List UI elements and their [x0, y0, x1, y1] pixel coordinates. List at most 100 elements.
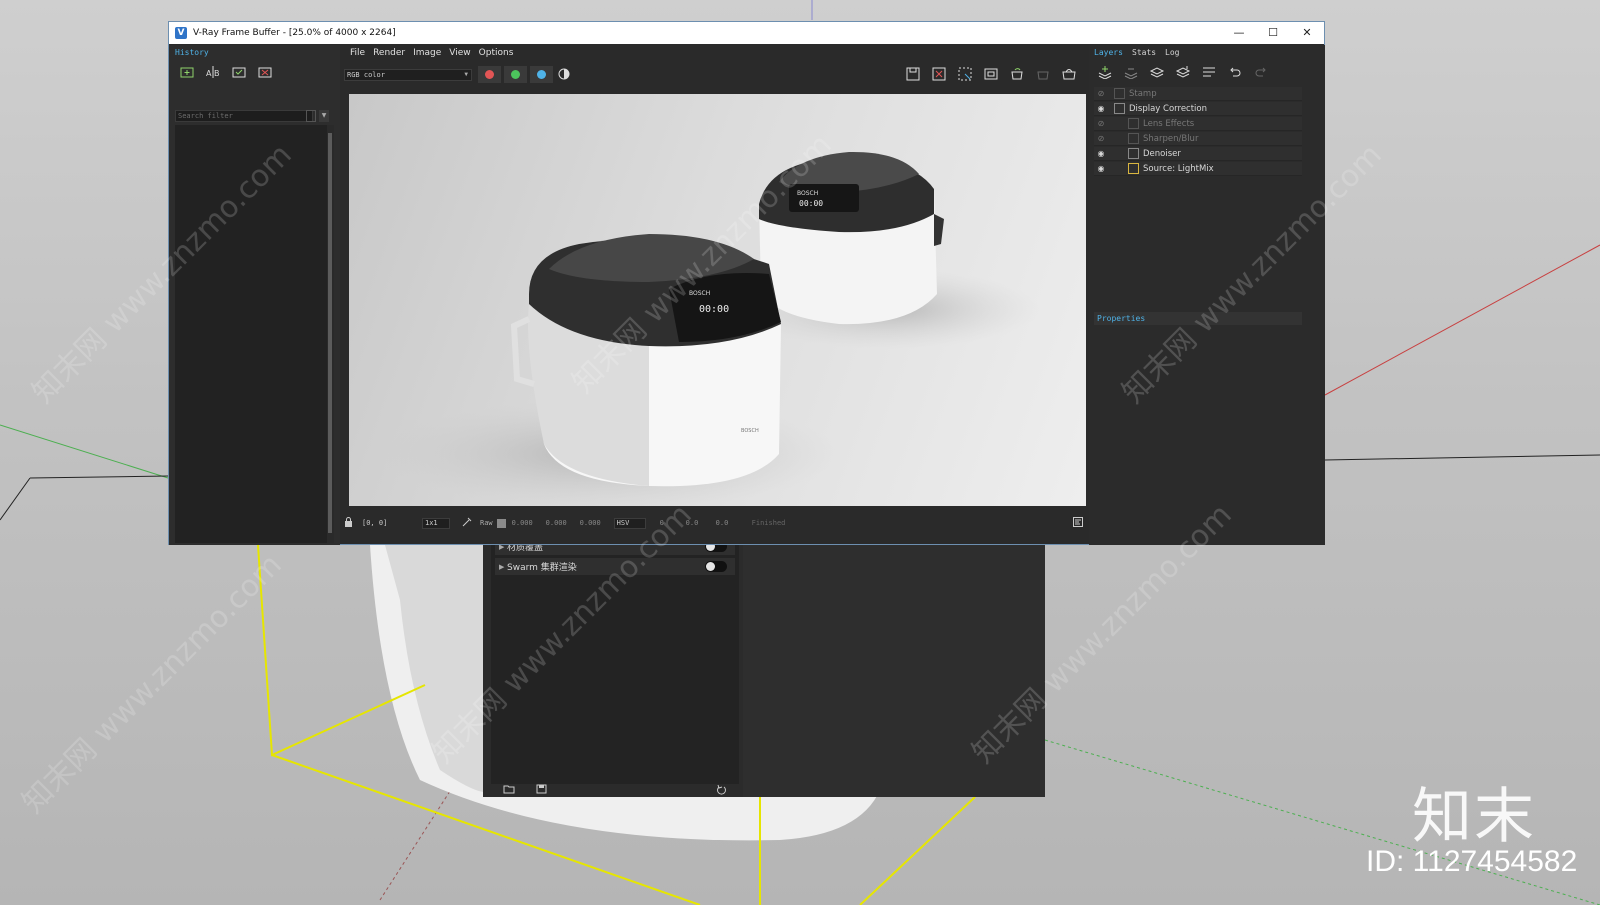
settings-right-area: [743, 538, 1045, 797]
list-icon[interactable]: [1201, 65, 1217, 79]
history-list: [175, 125, 330, 543]
render-interactive-icon[interactable]: [1009, 67, 1025, 81]
layers-panel: Layers Stats Log ⊘ Stamp ◉ Display Corre…: [1089, 45, 1325, 545]
channel-select-value: RGB color: [347, 71, 385, 79]
swarm-toggle[interactable]: [705, 561, 727, 572]
tab-stats[interactable]: Stats: [1132, 48, 1156, 57]
green-dot-icon: [511, 70, 520, 79]
menu-render[interactable]: Render: [373, 48, 405, 58]
color-swatch: [496, 518, 506, 528]
zoom-select[interactable]: 1x1: [422, 517, 450, 529]
save-image-icon[interactable]: [905, 67, 921, 81]
minimize-button[interactable]: —: [1222, 22, 1256, 44]
visibility-off-icon[interactable]: ⊘: [1094, 89, 1108, 98]
hue-value: 0: [659, 519, 664, 527]
lens-effects-icon: [1128, 118, 1139, 129]
add-layer-icon[interactable]: [1097, 65, 1113, 79]
zoom-value: 1x1: [425, 518, 438, 527]
menu-image[interactable]: Image: [413, 48, 441, 58]
close-button[interactable]: ✕: [1290, 22, 1324, 44]
red-dot-icon: [485, 70, 494, 79]
layer-label: Stamp: [1129, 88, 1157, 99]
visibility-off-icon[interactable]: ⊘: [1094, 119, 1108, 128]
load-layers-icon[interactable]: [1175, 65, 1191, 79]
layer-label: Display Correction: [1129, 103, 1208, 114]
expand-arrow-icon[interactable]: ▶: [495, 563, 507, 571]
eye-icon[interactable]: ◉: [1094, 164, 1108, 173]
eye-icon[interactable]: ◉: [1094, 149, 1108, 158]
display-correction-icon: [1114, 103, 1125, 114]
load-history-icon[interactable]: [231, 65, 247, 79]
stop-render-icon[interactable]: [1035, 67, 1051, 81]
blue-value: 0.000: [579, 519, 601, 527]
color-space-select[interactable]: HSV: [613, 517, 646, 529]
pixel-coordinates: [0, 0]: [362, 519, 388, 527]
render-view[interactable]: BOSCH 00:00 BOSCH 00:00 BOSCH: [349, 94, 1086, 506]
tab-layers[interactable]: Layers: [1094, 48, 1123, 57]
save-to-history-icon[interactable]: [179, 65, 195, 79]
open-folder-icon[interactable]: [503, 784, 515, 797]
layer-display-correction[interactable]: ◉ Display Correction: [1094, 102, 1302, 116]
lens-icon[interactable]: [983, 67, 999, 81]
scrollbar-thumb[interactable]: [328, 133, 332, 533]
menu-bar: File Render Image View Options: [344, 45, 1084, 61]
properties-header: Properties: [1094, 312, 1302, 325]
save-settings-icon[interactable]: [536, 784, 547, 797]
clear-history-icon[interactable]: [257, 65, 273, 79]
svg-text:00:00: 00:00: [699, 304, 729, 315]
blue-channel-button[interactable]: [530, 66, 553, 83]
title-bar[interactable]: V V-Ray Frame Buffer - [25.0% of 4000 x …: [169, 22, 1324, 44]
history-scrollbar[interactable]: [327, 125, 334, 543]
brand-logo: 知末: [1412, 782, 1536, 852]
lock-icon[interactable]: [344, 517, 358, 529]
layer-lens-effects[interactable]: ⊘ Lens Effects: [1094, 117, 1302, 131]
maximize-button[interactable]: ☐: [1256, 22, 1290, 44]
rendered-image: BOSCH 00:00 BOSCH 00:00 BOSCH: [379, 151, 1039, 506]
svg-text:BOSCH: BOSCH: [741, 428, 759, 434]
layer-label: Lens Effects: [1143, 118, 1195, 129]
redo-icon[interactable]: [1253, 65, 1269, 79]
menu-options[interactable]: Options: [479, 48, 514, 58]
layer-stamp[interactable]: ⊘ Stamp: [1094, 87, 1302, 101]
red-value: 0.000: [511, 519, 533, 527]
remove-layer-icon[interactable]: [1123, 65, 1139, 79]
eye-icon[interactable]: ◉: [1094, 104, 1108, 113]
console-icon[interactable]: [1073, 517, 1083, 529]
menu-file[interactable]: File: [350, 48, 365, 58]
green-channel-button[interactable]: [504, 66, 527, 83]
vray-frame-buffer-window: V V-Ray Frame Buffer - [25.0% of 4000 x …: [168, 21, 1325, 545]
ab-compare-icon[interactable]: AB: [205, 65, 221, 79]
svg-text:00:00: 00:00: [799, 199, 823, 208]
save-layers-icon[interactable]: [1149, 65, 1165, 79]
visibility-off-icon[interactable]: ⊘: [1094, 134, 1108, 143]
color-space-value: HSV: [616, 518, 630, 527]
layer-source-lightmix[interactable]: ◉ Source: LightMix: [1094, 162, 1302, 176]
settings-footer: [491, 784, 739, 797]
settings-row-swarm[interactable]: ▶ Swarm 集群渲染: [495, 558, 735, 575]
filter-toggle-checkbox[interactable]: [306, 110, 316, 122]
green-value: 0.000: [545, 519, 567, 527]
layer-sharpen-blur[interactable]: ⊘ Sharpen/Blur: [1094, 132, 1302, 146]
filter-dropdown-icon[interactable]: ▼: [319, 110, 329, 122]
history-panel: History AB Search filter ▼: [169, 45, 340, 545]
region-render-icon[interactable]: [957, 67, 973, 81]
history-search-input[interactable]: Search filter: [175, 110, 313, 122]
denoiser-icon: [1128, 148, 1139, 159]
red-channel-button[interactable]: [478, 66, 501, 83]
menu-view[interactable]: View: [449, 48, 470, 58]
tab-log[interactable]: Log: [1165, 48, 1179, 57]
blue-dot-icon: [537, 70, 546, 79]
reset-icon[interactable]: [716, 784, 727, 798]
saturation-value: 0.0: [685, 519, 699, 527]
render-status: Finished: [751, 519, 786, 527]
layer-label: Sharpen/Blur: [1143, 133, 1199, 144]
tab-history[interactable]: History: [175, 48, 209, 57]
render-icon[interactable]: [1061, 67, 1077, 81]
window-title: V-Ray Frame Buffer - [25.0% of 4000 x 22…: [193, 28, 396, 38]
layer-denoiser[interactable]: ◉ Denoiser: [1094, 147, 1302, 161]
alpha-channel-icon[interactable]: [556, 67, 572, 81]
channel-select[interactable]: RGB color ▼: [344, 69, 472, 81]
clear-image-icon[interactable]: [931, 67, 947, 81]
undo-icon[interactable]: [1227, 65, 1243, 79]
color-picker-icon[interactable]: [462, 517, 476, 529]
